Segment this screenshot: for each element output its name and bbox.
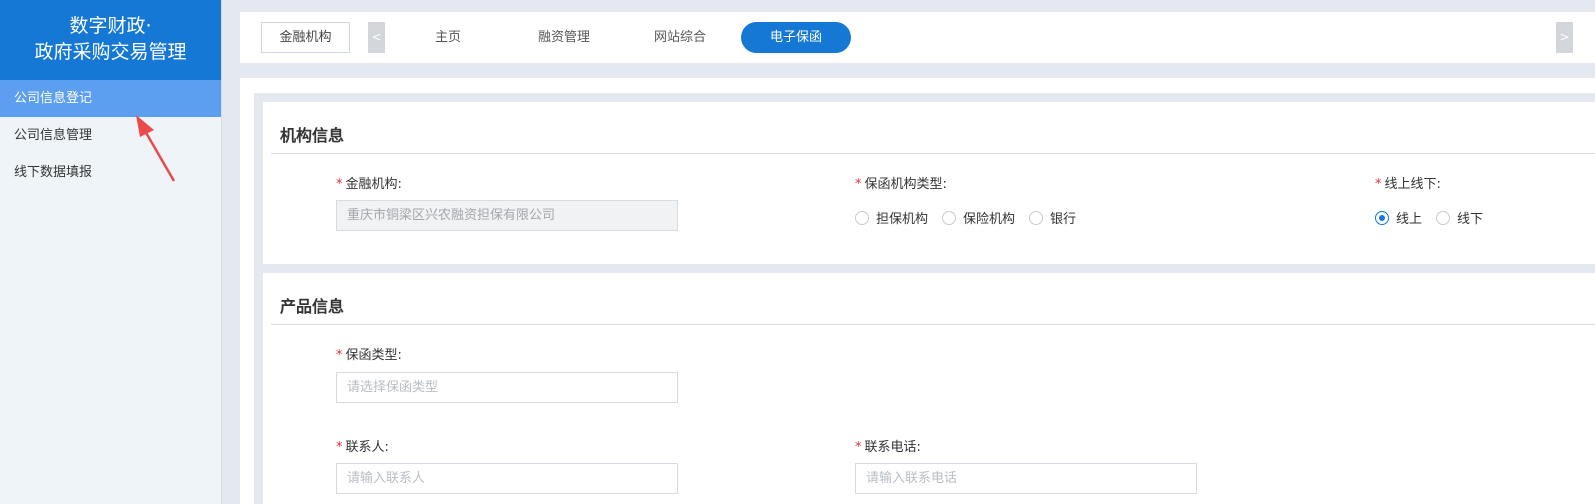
letter-type-select[interactable]: 请选择保函类型 — [336, 372, 678, 403]
online-offline-radio-group: 线上 线下 — [1375, 208, 1497, 227]
required-mark: * — [1375, 177, 1382, 192]
tab-home[interactable]: 主页 — [412, 22, 484, 53]
guarantee-type-radio-group: 担保机构 保险机构 银行 — [855, 208, 1090, 227]
tab-prev-button[interactable]: < — [368, 22, 385, 53]
sidebar-item-company-register[interactable]: 公司信息登记 — [0, 80, 221, 117]
radio-circle[interactable] — [942, 210, 957, 225]
online-offline-label: * 线上线下: — [1375, 177, 1441, 192]
online-option[interactable]: 线上 — [1375, 208, 1422, 227]
guarantee-type-option-bank[interactable]: 银行 — [1029, 208, 1076, 227]
top-nav-bar: 金融机构 < 主页 融资管理 网站综合 电子保函 > — [240, 12, 1595, 63]
required-mark: * — [855, 440, 862, 455]
app-title-line2: 政府采购交易管理 — [34, 41, 187, 63]
divider — [271, 153, 1595, 154]
tab-website[interactable]: 网站综合 — [640, 22, 720, 53]
required-mark: * — [336, 440, 343, 455]
radio-circle-checked[interactable] — [1375, 210, 1389, 225]
org-info-title: 机构信息 — [280, 126, 345, 145]
radio-circle[interactable] — [855, 210, 869, 225]
org-switch-button[interactable]: 金融机构 — [261, 22, 350, 53]
guarantee-type-label: * 保函机构类型: — [855, 177, 947, 192]
product-info-title: 产品信息 — [280, 297, 345, 316]
sidebar: 数字财政· 政府采购交易管理 公司信息登记 公司信息管理 线下数据填报 — [0, 0, 222, 504]
guarantee-type-option-guarantor[interactable]: 担保机构 — [855, 208, 928, 227]
phone-input[interactable]: 请输入联系电话 — [855, 463, 1197, 494]
sidebar-item-company-manage[interactable]: 公司信息管理 — [0, 117, 221, 154]
offline-option[interactable]: 线下 — [1436, 208, 1483, 227]
guarantee-type-option-insurance[interactable]: 保险机构 — [942, 208, 1015, 227]
financial-org-input[interactable]: 重庆市铜梁区兴农融资担保有限公司 — [336, 200, 678, 231]
contact-input[interactable]: 请输入联系人 — [336, 463, 678, 494]
required-mark: * — [336, 177, 343, 192]
app-title-line1: 数字财政· — [69, 15, 152, 37]
annotation-arrow-icon — [136, 115, 176, 182]
required-mark: * — [855, 177, 862, 192]
tab-e-guarantee[interactable]: 电子保函 — [741, 22, 851, 53]
required-mark: * — [336, 348, 343, 363]
app-title: 数字财政· 政府采购交易管理 — [0, 0, 221, 80]
tab-financing[interactable]: 融资管理 — [524, 22, 604, 53]
letter-type-label: * 保函类型: — [336, 348, 402, 363]
product-info-card: 产品信息 * 保函类型: 请选择保函类型 * 联系人: 请输入联系人 * 联系电话: … — [263, 273, 1595, 504]
divider — [271, 324, 1595, 325]
phone-label: * 联系电话: — [855, 440, 921, 455]
radio-circle[interactable] — [1436, 210, 1451, 225]
financial-org-label: * 金融机构: — [336, 177, 402, 192]
radio-circle[interactable] — [1029, 210, 1044, 225]
sidebar-item-offline-data[interactable]: 线下数据填报 — [0, 154, 221, 191]
tab-next-button[interactable]: > — [1556, 22, 1573, 53]
contact-label: * 联系人: — [336, 440, 389, 455]
org-info-card: 机构信息 * 金融机构: 重庆市铜梁区兴农融资担保有限公司 * 保函机构类型: 担保… — [263, 102, 1595, 264]
